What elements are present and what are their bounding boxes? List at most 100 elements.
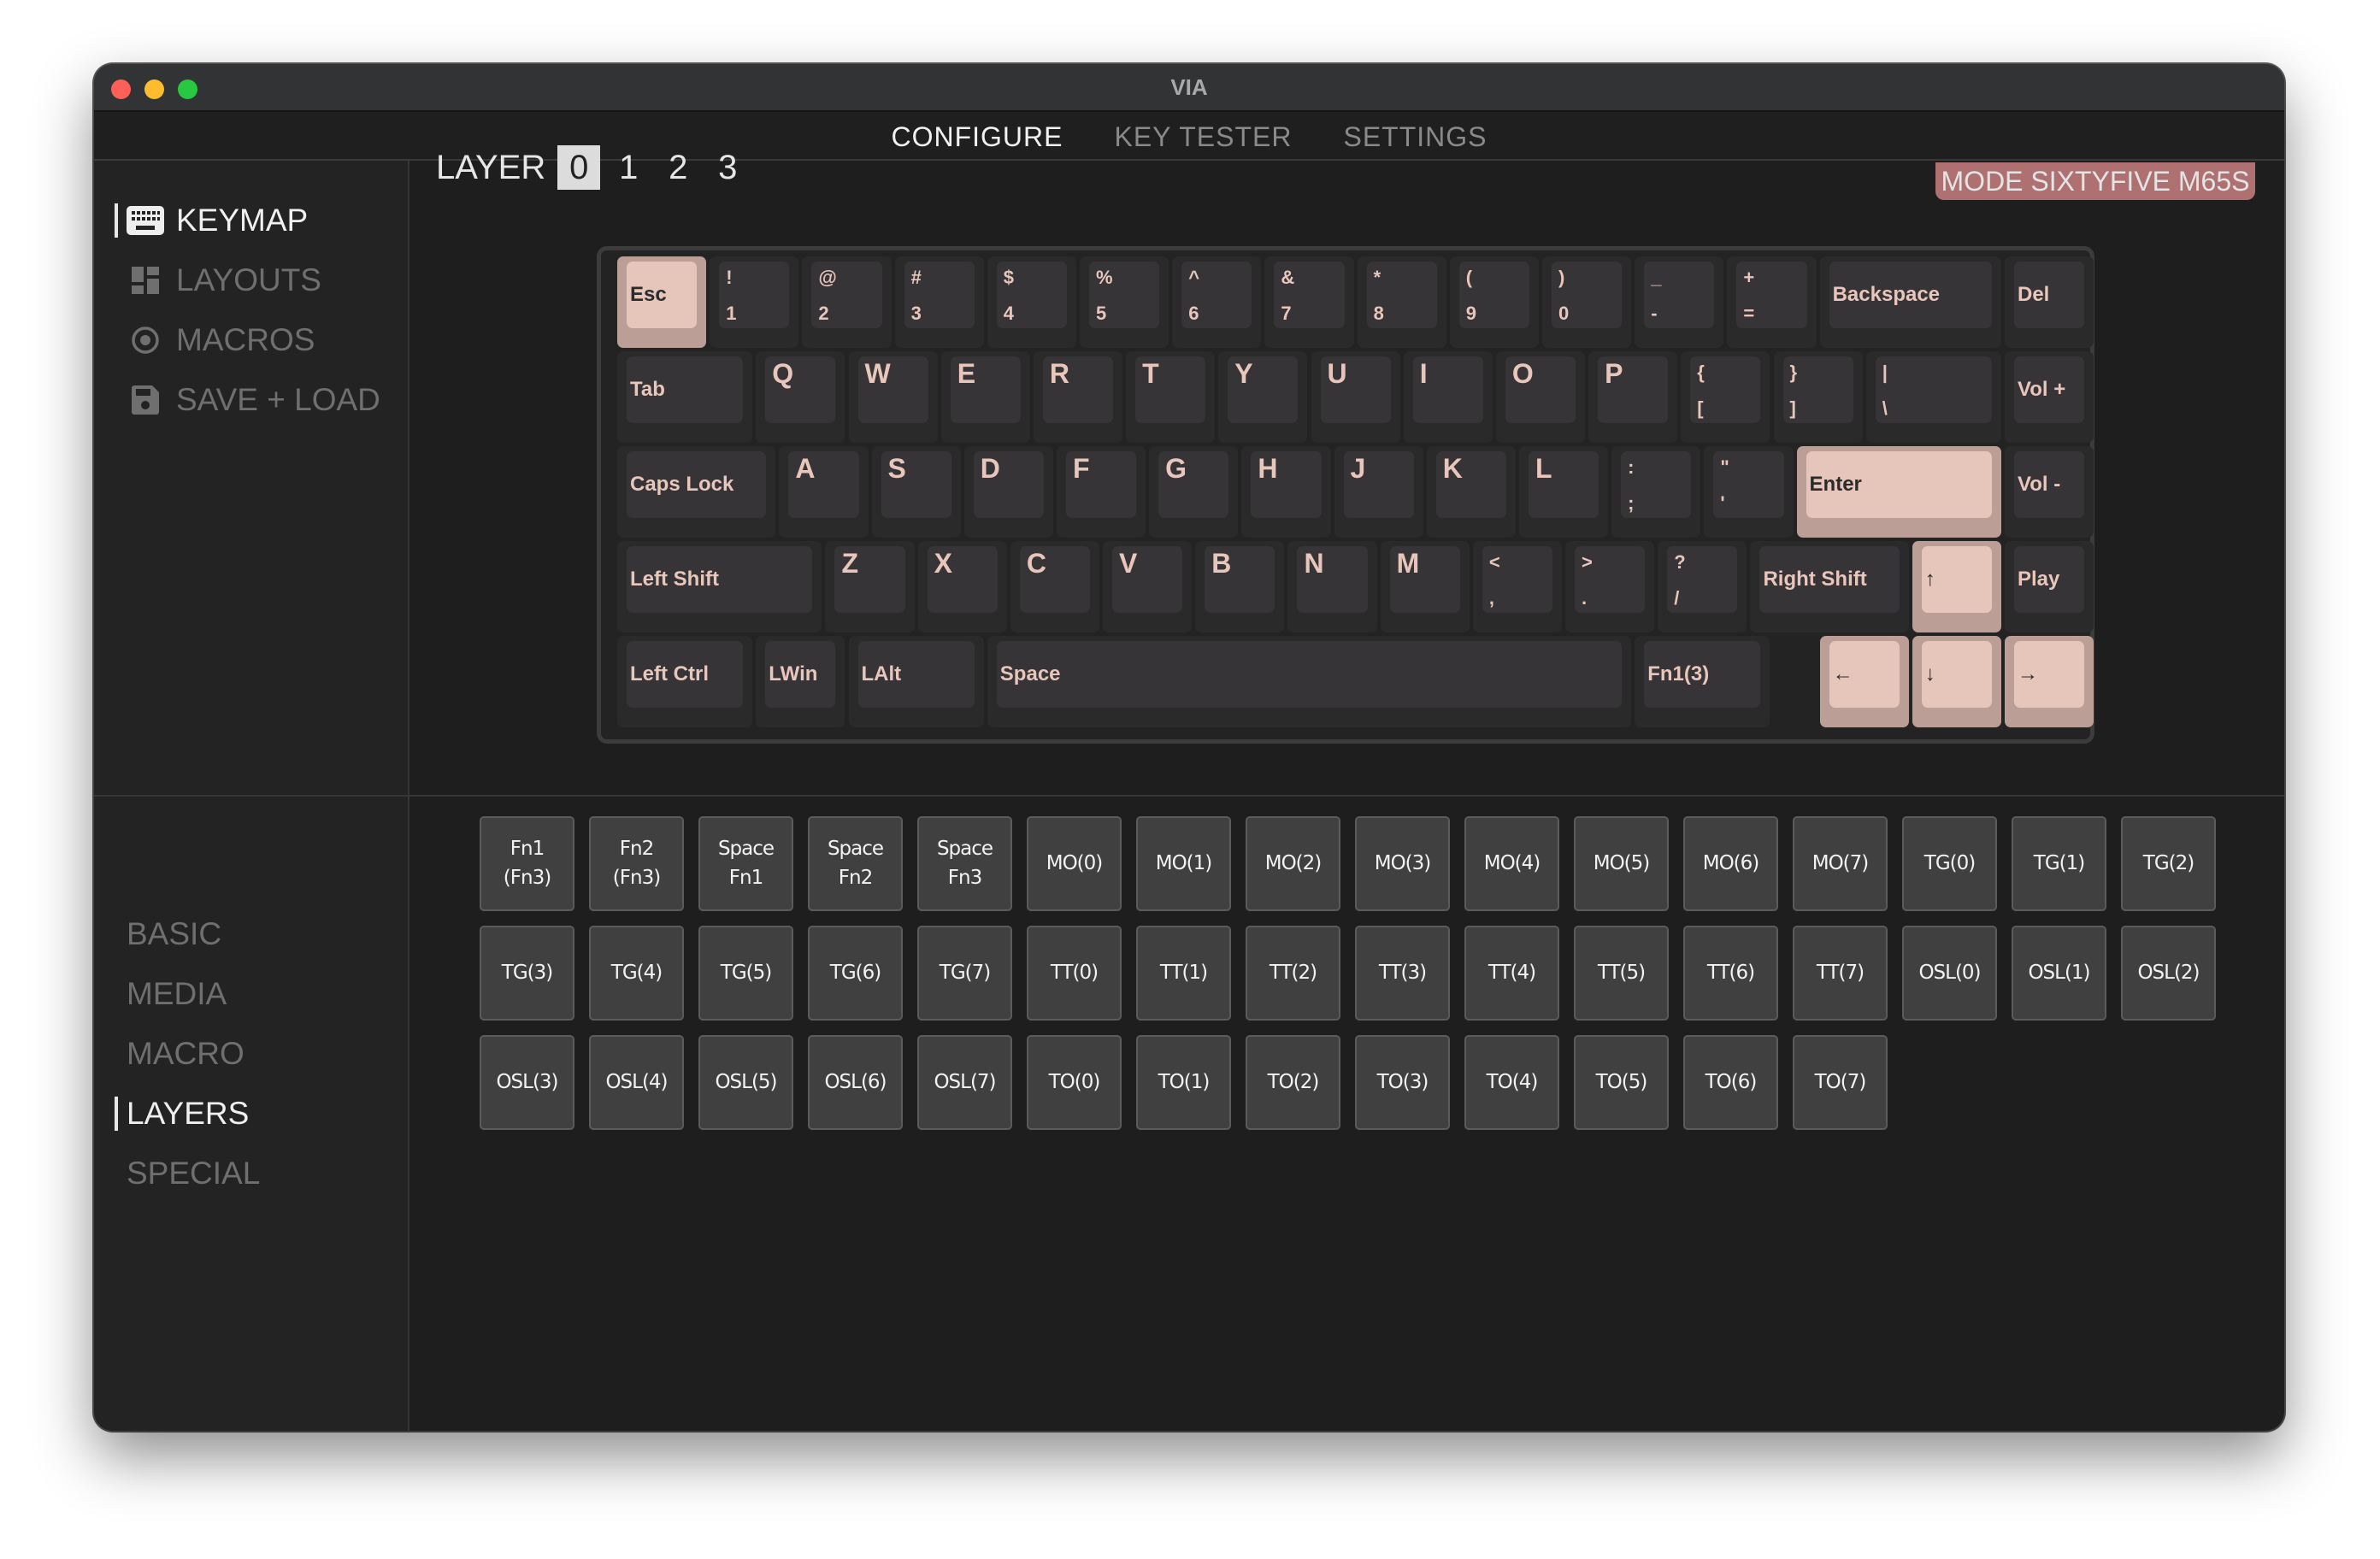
key[interactable]: D [963, 446, 1053, 538]
key[interactable]: S [871, 446, 961, 538]
key[interactable]: T [1126, 351, 1216, 443]
key[interactable]: C [1010, 541, 1100, 632]
key[interactable]: | \ [1865, 351, 2001, 443]
keycode-button[interactable]: TO(3) [1355, 1035, 1450, 1130]
key[interactable]: ! 1 [710, 256, 799, 348]
keycode-button[interactable]: Fn1 (Fn3) [480, 816, 574, 911]
keycode-button[interactable]: TO(1) [1136, 1035, 1231, 1130]
keycode-button[interactable]: OSL(5) [698, 1035, 793, 1130]
sidebar-item-keymap[interactable]: KEYMAP [115, 199, 308, 242]
keycode-button[interactable]: OSL(3) [480, 1035, 574, 1130]
keycode-button[interactable]: OSL(0) [1902, 926, 1997, 1021]
tab-configure[interactable]: CONFIGURE [891, 118, 1063, 153]
key[interactable]: Del [2005, 256, 2094, 348]
key[interactable]: Vol + [2005, 351, 2094, 443]
keycode-button[interactable]: TG(0) [1902, 816, 1997, 911]
key[interactable]: $4 [987, 256, 1076, 348]
key[interactable]: <, [1472, 541, 1563, 632]
keycode-button[interactable]: TT(5) [1574, 926, 1669, 1021]
key[interactable]: LWin [756, 636, 845, 727]
key[interactable]: O [1495, 351, 1586, 443]
keycode-button[interactable]: Space Fn3 [917, 816, 1012, 911]
key[interactable]: Tab [617, 351, 753, 443]
category-media[interactable]: MEDIA [115, 974, 227, 1015]
keycode-button[interactable]: TG(6) [808, 926, 903, 1021]
keycode-button[interactable]: MO(4) [1464, 816, 1559, 911]
keycode-button[interactable]: TO(7) [1793, 1035, 1888, 1130]
key[interactable]: ← [1819, 636, 1909, 727]
key[interactable]: L [1518, 446, 1609, 538]
key[interactable]: Fn1(3) [1635, 636, 1770, 727]
layer-2-button[interactable]: 2 [657, 145, 699, 190]
key[interactable]: ↓ [1912, 636, 2001, 727]
key[interactable]: M [1380, 541, 1470, 632]
keycode-button[interactable]: OSL(2) [2121, 926, 2216, 1021]
key[interactable]: ^ 6 [1172, 256, 1262, 348]
key[interactable]: _ - [1635, 256, 1724, 348]
keycode-button[interactable]: TT(2) [1246, 926, 1340, 1021]
sidebar-item-layouts[interactable]: LAYOUTS [115, 259, 321, 302]
key[interactable]: ↑ [1912, 541, 2001, 632]
layer-3-button[interactable]: 3 [706, 145, 749, 190]
key[interactable]: Z [825, 541, 915, 632]
key[interactable]: A [779, 446, 869, 538]
key[interactable]: B [1195, 541, 1285, 632]
keycode-button[interactable]: TO(0) [1027, 1035, 1122, 1130]
key[interactable]: Q [756, 351, 845, 443]
keycode-button[interactable]: Space Fn1 [698, 816, 793, 911]
tab-settings[interactable]: SETTINGS [1343, 118, 1487, 153]
key[interactable]: " ' [1704, 446, 1794, 538]
key[interactable]: Backspace [1819, 256, 2001, 348]
keycode-button[interactable]: MO(1) [1136, 816, 1231, 911]
keycode-button[interactable]: TT(7) [1793, 926, 1888, 1021]
keycode-button[interactable]: MO(5) [1574, 816, 1669, 911]
key[interactable]: V [1103, 541, 1193, 632]
key[interactable]: Left Shift [617, 541, 822, 632]
keycode-button[interactable]: MO(6) [1683, 816, 1778, 911]
key[interactable]: P [1588, 351, 1678, 443]
keycode-button[interactable]: TG(1) [2012, 816, 2106, 911]
key[interactable]: Vol - [2005, 446, 2094, 538]
key[interactable]: N [1287, 541, 1377, 632]
category-special[interactable]: SPECIAL [115, 1153, 260, 1194]
key[interactable]: * 8 [1357, 256, 1446, 348]
key[interactable]: F [1056, 446, 1146, 538]
key[interactable]: }] [1773, 351, 1863, 443]
key[interactable]: → [2005, 636, 2094, 727]
keycode-button[interactable]: OSL(1) [2012, 926, 2106, 1021]
keycode-button[interactable]: MO(3) [1355, 816, 1450, 911]
category-layers[interactable]: LAYERS [115, 1093, 249, 1134]
keycode-button[interactable]: TT(1) [1136, 926, 1231, 1021]
keycode-button[interactable]: OSL(4) [589, 1035, 684, 1130]
key[interactable]: Y [1218, 351, 1308, 443]
keycode-button[interactable]: TT(4) [1464, 926, 1559, 1021]
keycode-button[interactable]: TT(0) [1027, 926, 1122, 1021]
keycode-button[interactable]: TG(4) [589, 926, 684, 1021]
key[interactable]: J [1334, 446, 1423, 538]
keycode-button[interactable]: Fn2 (Fn3) [589, 816, 684, 911]
key[interactable]: :; [1611, 446, 1701, 538]
keycode-button[interactable]: TG(2) [2121, 816, 2216, 911]
keycode-button[interactable]: TT(6) [1683, 926, 1778, 1021]
key[interactable]: Play [2005, 541, 2094, 632]
keycode-button[interactable]: TO(6) [1683, 1035, 1778, 1130]
keycode-button[interactable]: TG(5) [698, 926, 793, 1021]
layer-0-button[interactable]: 0 [557, 145, 601, 190]
keycode-button[interactable]: MO(7) [1793, 816, 1888, 911]
key[interactable]: + = [1727, 256, 1817, 348]
key[interactable]: ? / [1658, 541, 1747, 632]
key[interactable]: X [917, 541, 1007, 632]
keycode-button[interactable]: TT(3) [1355, 926, 1450, 1021]
key[interactable]: R [1033, 351, 1123, 443]
category-macro[interactable]: MACRO [115, 1033, 244, 1074]
key[interactable]: G [1149, 446, 1239, 538]
keycode-button[interactable]: Space Fn2 [808, 816, 903, 911]
key[interactable]: ) 0 [1542, 256, 1632, 348]
key[interactable]: K [1426, 446, 1516, 538]
key[interactable]: I [1403, 351, 1493, 443]
layer-1-button[interactable]: 1 [607, 145, 650, 190]
key[interactable]: Esc [617, 256, 707, 348]
keycode-button[interactable]: MO(2) [1246, 816, 1340, 911]
tab-key-tester[interactable]: KEY TESTER [1114, 118, 1292, 153]
sidebar-item-save-load[interactable]: SAVE + LOAD [115, 379, 380, 421]
